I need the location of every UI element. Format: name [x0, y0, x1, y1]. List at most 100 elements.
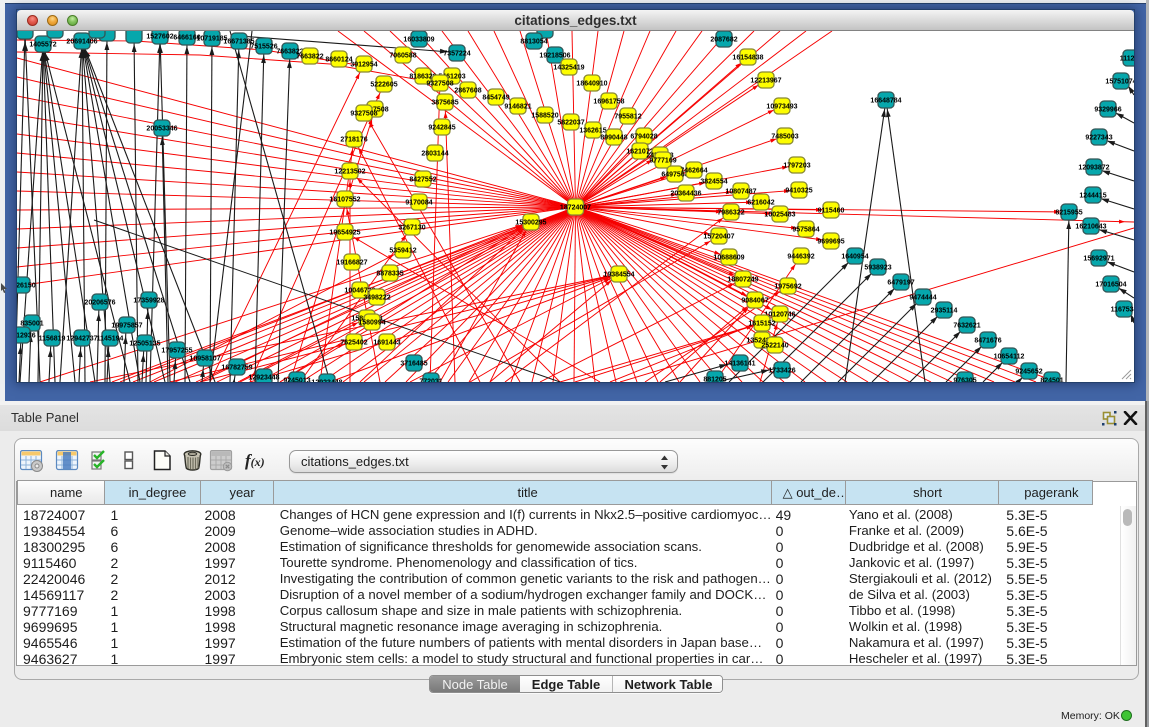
svg-text:9329966: 9329966 — [1094, 106, 1121, 113]
svg-text:20364436: 20364436 — [670, 190, 701, 197]
svg-text:3912936: 3912936 — [17, 332, 36, 339]
svg-text:2087682: 2087682 — [710, 36, 737, 43]
svg-text:8878335: 8878335 — [376, 270, 403, 277]
svg-text:15751074: 15751074 — [1105, 78, 1134, 85]
svg-text:5359412: 5359412 — [389, 247, 416, 254]
svg-text:9227343: 9227343 — [1085, 134, 1112, 141]
svg-text:6216042: 6216042 — [747, 199, 774, 206]
svg-text:7060588: 7060588 — [389, 52, 416, 59]
svg-text:12923448: 12923448 — [311, 379, 342, 382]
svg-text:8660124: 8660124 — [325, 56, 352, 63]
svg-text:12942737: 12942737 — [66, 335, 97, 342]
svg-text:2326150: 2326150 — [17, 282, 36, 289]
svg-text:1733426: 1733426 — [768, 367, 795, 374]
svg-text:17957255: 17957255 — [161, 347, 192, 354]
svg-text:772031: 772031 — [419, 378, 442, 382]
svg-text:10654112: 10654112 — [994, 353, 1025, 360]
svg-text:16033809: 16033809 — [403, 36, 434, 43]
svg-text:5222605: 5222605 — [370, 81, 397, 88]
svg-text:835001: 835001 — [20, 320, 43, 327]
svg-text:12505135: 12505135 — [129, 340, 160, 347]
svg-text:9084067: 9084067 — [741, 297, 768, 304]
svg-text:9699695: 9699695 — [817, 238, 844, 245]
svg-text:16648784: 16648784 — [870, 97, 901, 104]
svg-text:1580994: 1580994 — [358, 319, 385, 326]
svg-text:16210643: 16210643 — [1075, 223, 1106, 230]
svg-text:5822037: 5822037 — [557, 119, 584, 126]
svg-text:6794028: 6794028 — [630, 133, 657, 140]
svg-text:9115460: 9115460 — [818, 207, 845, 214]
svg-text:1640954: 1640954 — [841, 253, 868, 260]
svg-text:16107552: 16107552 — [329, 196, 360, 203]
svg-text:16154838: 16154838 — [732, 54, 763, 61]
svg-text:12213967: 12213967 — [750, 77, 781, 84]
svg-text:15720407: 15720407 — [703, 233, 734, 240]
svg-text:1527602: 1527602 — [146, 33, 173, 40]
svg-text:3716485: 3716485 — [400, 360, 427, 367]
svg-text:18807249: 18807249 — [727, 276, 758, 283]
svg-text:10688609: 10688609 — [713, 254, 744, 261]
svg-text:2803144: 2803144 — [421, 150, 448, 157]
svg-text:7625402: 7625402 — [340, 339, 367, 346]
svg-text:8454749: 8454749 — [482, 94, 509, 101]
svg-text:15300295: 15300295 — [515, 219, 546, 226]
svg-text:12923448: 12923448 — [248, 374, 279, 381]
svg-text:9777169: 9777169 — [649, 157, 676, 164]
svg-text:1405572: 1405572 — [29, 41, 56, 48]
svg-text:1615152: 1615152 — [748, 320, 775, 327]
svg-text:1145194: 1145194 — [97, 335, 124, 342]
svg-text:3267130: 3267130 — [398, 224, 425, 231]
svg-text:7462664: 7462664 — [680, 167, 707, 174]
svg-text:7986322: 7986322 — [717, 209, 744, 216]
svg-text:18640910: 18640910 — [576, 80, 607, 87]
svg-text:976305: 976305 — [953, 377, 976, 382]
svg-text:9446392: 9446392 — [787, 253, 814, 260]
svg-text:7663822: 7663822 — [296, 53, 323, 60]
svg-text:8990448: 8990448 — [600, 134, 627, 141]
svg-text:1156819: 1156819 — [39, 335, 66, 342]
svg-text:9327508: 9327508 — [350, 110, 377, 117]
svg-text:824501: 824501 — [1040, 377, 1063, 382]
svg-text:9327508: 9327508 — [426, 80, 453, 87]
svg-text:20206576: 20206576 — [84, 299, 115, 306]
svg-text:8215955: 8215955 — [1055, 209, 1082, 216]
svg-text:1167534: 1167534 — [1111, 306, 1134, 313]
svg-text:5938923: 5938923 — [864, 264, 891, 271]
svg-text:1362615: 1362615 — [579, 127, 606, 134]
svg-text:19218506: 19218506 — [539, 52, 570, 59]
svg-text:111203: 111203 — [1120, 55, 1134, 62]
svg-text:9474444: 9474444 — [909, 294, 936, 301]
svg-text:3824554: 3824554 — [700, 178, 727, 185]
svg-text:18724007: 18724007 — [560, 204, 591, 211]
svg-text:1588520: 1588520 — [531, 112, 558, 119]
svg-text:3498222: 3498222 — [363, 294, 390, 301]
svg-text:10025483: 10025483 — [764, 211, 795, 218]
svg-text:9575864: 9575864 — [792, 226, 819, 233]
svg-text:12213502: 12213502 — [334, 168, 365, 175]
svg-text:9245013: 9245013 — [283, 377, 310, 382]
svg-text:19166827: 19166827 — [336, 259, 367, 266]
svg-text:7955812: 7955812 — [614, 113, 641, 120]
svg-text:1797203: 1797203 — [783, 162, 810, 169]
svg-text:17359928: 17359928 — [133, 297, 164, 304]
svg-text:9146821: 9146821 — [504, 103, 531, 110]
svg-text:8471676: 8471676 — [974, 337, 1001, 344]
svg-text:8427552: 8427552 — [409, 176, 436, 183]
svg-text:20691406: 20691406 — [66, 38, 97, 45]
svg-text:2935114: 2935114 — [931, 307, 958, 314]
svg-text:7515526: 7515526 — [250, 43, 277, 50]
svg-text:19654925: 19654925 — [329, 229, 360, 236]
svg-text:20053346: 20053346 — [146, 125, 177, 132]
svg-text:7632621: 7632621 — [953, 322, 980, 329]
svg-text:16961758: 16961758 — [593, 98, 624, 105]
svg-text:2867608: 2867608 — [454, 87, 481, 94]
svg-text:1244415: 1244415 — [1079, 192, 1106, 199]
svg-text:1975692: 1975692 — [774, 283, 801, 290]
svg-text:7357224: 7357224 — [443, 50, 470, 57]
svg-text:9245652: 9245652 — [1015, 368, 1042, 375]
svg-text:19384554: 19384554 — [603, 271, 634, 278]
svg-text:6479197: 6479197 — [887, 279, 914, 286]
svg-text:10958107: 10958107 — [189, 355, 220, 362]
svg-text:16782759: 16782759 — [221, 364, 252, 371]
svg-text:14136141: 14136141 — [724, 360, 755, 367]
